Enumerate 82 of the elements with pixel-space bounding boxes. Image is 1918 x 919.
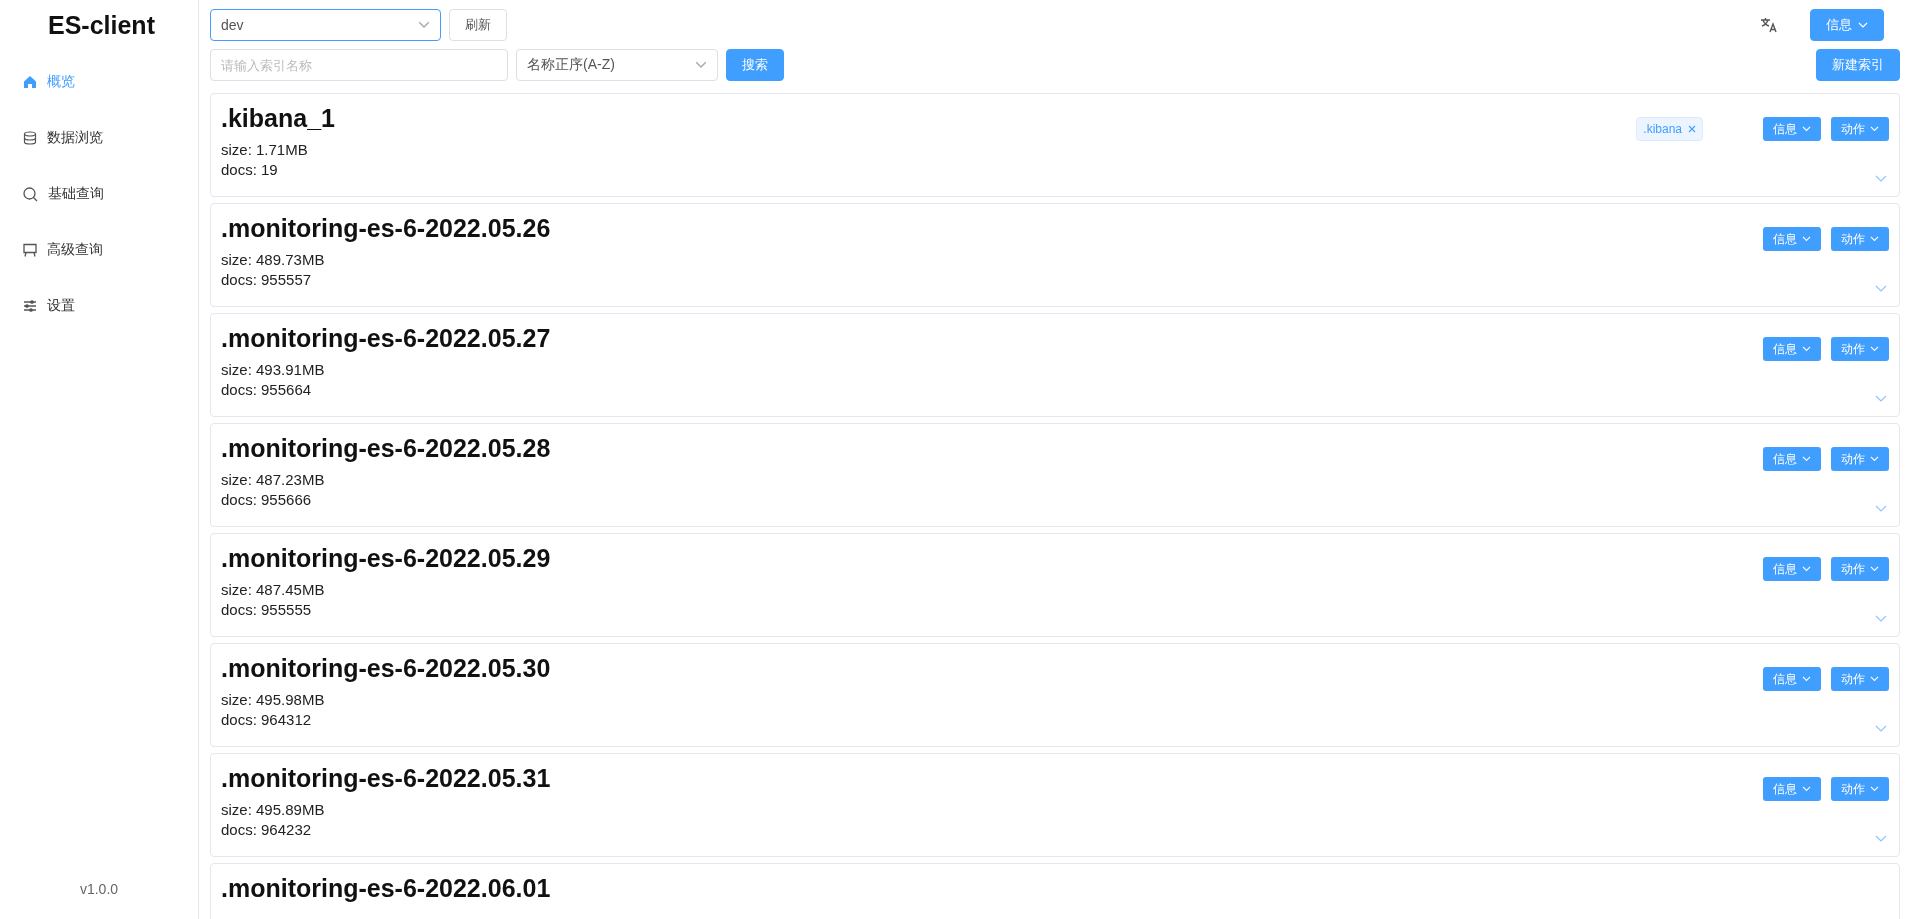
index-docs: docs: 955555: [221, 600, 313, 620]
refresh-button[interactable]: 刷新: [449, 8, 507, 41]
chevron-down-icon: [1802, 566, 1811, 572]
dropdown-button[interactable]: 动作: [1831, 557, 1889, 581]
dropdown-button[interactable]: 信息: [1763, 447, 1821, 471]
index-docs: docs: 964312: [221, 710, 313, 730]
index-name: .monitoring-es-6-2022.05.30: [221, 653, 552, 684]
index-name: .monitoring-es-6-2022.05.28: [221, 433, 552, 464]
expand-icon[interactable]: [1875, 505, 1887, 512]
sliders-icon: [23, 299, 37, 313]
database-icon: [23, 131, 37, 145]
new-index-button[interactable]: 新建索引: [1816, 49, 1900, 81]
index-size: size: 487.45MB: [221, 580, 326, 600]
index-docs: docs: 964232: [221, 820, 313, 840]
chevron-down-icon: [1858, 21, 1868, 28]
index-size: size: 489.73MB: [221, 250, 326, 270]
chevron-down-icon: [1870, 346, 1879, 352]
index-size: size: 495.98MB: [221, 690, 326, 710]
index-docs: docs: 955664: [221, 380, 313, 400]
dropdown-button[interactable]: 信息: [1763, 777, 1821, 801]
translate-icon[interactable]: [1760, 16, 1778, 33]
index-size: size: 487.23MB: [221, 470, 326, 490]
dropdown-button[interactable]: 动作: [1831, 667, 1889, 691]
dropdown-button[interactable]: 信息: [1763, 667, 1821, 691]
index-size: size: 493.91MB: [221, 360, 326, 380]
index-name: .monitoring-es-6-2022.05.31: [221, 763, 552, 794]
chevron-down-icon: [1802, 786, 1811, 792]
index-docs: docs: 19: [221, 160, 279, 180]
search-button[interactable]: 搜索: [726, 49, 784, 81]
chevron-down-icon: [1802, 346, 1811, 352]
index-size: size: 495.89MB: [221, 800, 326, 820]
expand-icon[interactable]: [1875, 615, 1887, 622]
sidebar-item[interactable]: 概览: [0, 54, 198, 110]
expand-icon[interactable]: [1875, 285, 1887, 292]
index-name: .monitoring-es-6-2022.05.29: [221, 543, 552, 574]
close-icon[interactable]: [1688, 125, 1696, 133]
dropdown-button[interactable]: 信息: [1763, 557, 1821, 581]
index-docs: docs: 955666: [221, 490, 313, 510]
dropdown-button[interactable]: 动作: [1831, 777, 1889, 801]
dropdown-button[interactable]: 动作: [1831, 227, 1889, 251]
sidebar-item[interactable]: 设置: [0, 278, 198, 334]
chevron-down-icon: [1870, 786, 1879, 792]
dropdown-button[interactable]: 动作: [1831, 117, 1889, 141]
chevron-down-icon: [1870, 566, 1879, 572]
home-icon: [23, 75, 37, 89]
dropdown-button[interactable]: 信息: [1763, 227, 1821, 251]
search-icon: [23, 186, 38, 202]
chevron-down-icon: [1870, 126, 1879, 132]
index-docs: docs: 955557: [221, 270, 313, 290]
chevron-down-icon: [1870, 456, 1879, 462]
expand-icon[interactable]: [1875, 175, 1887, 182]
chevron-down-icon: [1870, 236, 1879, 242]
cluster-select[interactable]: dev: [210, 8, 441, 41]
index-name: .monitoring-es-6-2022.05.27: [221, 323, 552, 354]
chevron-down-icon: [1802, 456, 1811, 462]
dropdown-button[interactable]: 信息: [1763, 337, 1821, 361]
index-name: .monitoring-es-6-2022.06.01: [221, 873, 552, 904]
sidebar-item[interactable]: 高级查询: [0, 222, 198, 278]
expand-icon[interactable]: [1875, 725, 1887, 732]
expand-icon[interactable]: [1875, 395, 1887, 402]
info-button[interactable]: 信息: [1810, 8, 1884, 41]
expand-icon[interactable]: [1875, 835, 1887, 842]
app-logo: ES-client: [47, 9, 156, 41]
dropdown-button[interactable]: 信息: [1763, 117, 1821, 141]
version-label: v1.0.0: [78, 881, 120, 899]
index-name: .monitoring-es-6-2022.05.26: [221, 213, 552, 244]
dropdown-button[interactable]: 动作: [1831, 447, 1889, 471]
chevron-down-icon: [1802, 126, 1811, 132]
chevron-down-icon: [695, 61, 707, 69]
sort-select[interactable]: 名称正序(A-Z): [516, 49, 718, 81]
alias-name: .kibana: [1643, 122, 1682, 136]
dropdown-button[interactable]: 动作: [1831, 337, 1889, 361]
search-field[interactable]: 请输入索引名称: [210, 49, 508, 81]
index-size: size: 1.71MB: [221, 140, 309, 160]
chevron-down-icon: [1802, 236, 1811, 242]
chevron-down-icon: [1802, 676, 1811, 682]
chevron-down-icon: [1870, 676, 1879, 682]
index-name: .kibana_1: [221, 103, 336, 134]
chevron-down-icon: [418, 20, 430, 29]
sidebar-item[interactable]: 基础查询: [0, 166, 198, 222]
sidebar-item[interactable]: 数据浏览: [0, 110, 198, 166]
presentation-board-icon: [23, 243, 37, 257]
